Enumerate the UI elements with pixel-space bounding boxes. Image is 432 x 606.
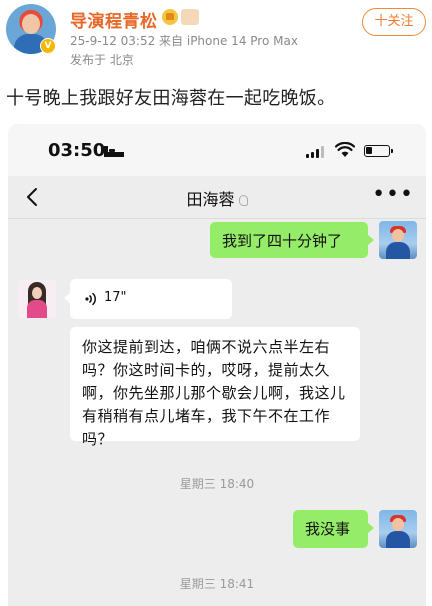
post-location: 发布于 北京 [70,53,134,67]
follow-button[interactable]: 十关注 [362,8,426,36]
sleep-mode-icon [104,146,124,157]
earpiece-mode-icon [238,195,248,206]
message-bubble-me[interactable]: 我到了四十分钟了 [210,222,374,258]
signal-icon [306,146,324,158]
battery-icon [364,145,393,157]
more-options-icon[interactable]: ••• [372,182,414,207]
message-text: 我到了四十分钟了 [222,232,343,250]
message-text: 我没事 [305,520,351,538]
chat-nav-bar: 田海蓉 ••• [8,176,426,219]
status-time: 03:50 [48,140,106,161]
verified-badge-icon: V [40,38,56,54]
voice-wave-icon [85,292,96,306]
author-name[interactable]: 导演程青松 [70,7,158,32]
voice-duration: 17" [104,290,127,305]
my-avatar[interactable] [379,510,417,548]
post-text: 十号晚上我跟好友田海蓉在一起吃晚饭。 [6,88,336,109]
avatar-face [22,14,40,34]
message-text: 你这提前到达，咱俩不说六点半左右吗？你这时间卡的，哎呀，提前太久啊，你先坐那儿那… [82,338,346,448]
chat-timestamp: 星期三 18:40 [179,477,255,491]
contact-avatar[interactable] [18,280,56,318]
chat-timestamp: 星期三 18:41 [179,577,255,591]
status-bar: 03:50 [8,124,426,176]
vip-level-icon [181,9,199,25]
voice-message-bubble[interactable]: 17" [64,279,232,319]
my-avatar[interactable] [379,221,417,259]
chat-title: 田海蓉 [186,190,235,209]
wifi-icon [335,142,355,157]
crown-badge-icon [162,9,178,25]
post-meta: 25-9-12 03:52 来自 iPhone 14 Pro Max [70,34,298,48]
chat-screenshot[interactable]: 03:50 田海蓉 ••• 我到了四十分钟了 17" 你这提前到达，咱俩不说六点… [8,124,426,606]
message-bubble-other[interactable]: 你这提前到达，咱俩不说六点半左右吗？你这时间卡的，哎呀，提前太久啊，你先坐那儿那… [70,327,360,448]
chat-title-wrap: 田海蓉 [8,186,426,210]
message-bubble-me[interactable]: 我没事 [293,510,374,548]
